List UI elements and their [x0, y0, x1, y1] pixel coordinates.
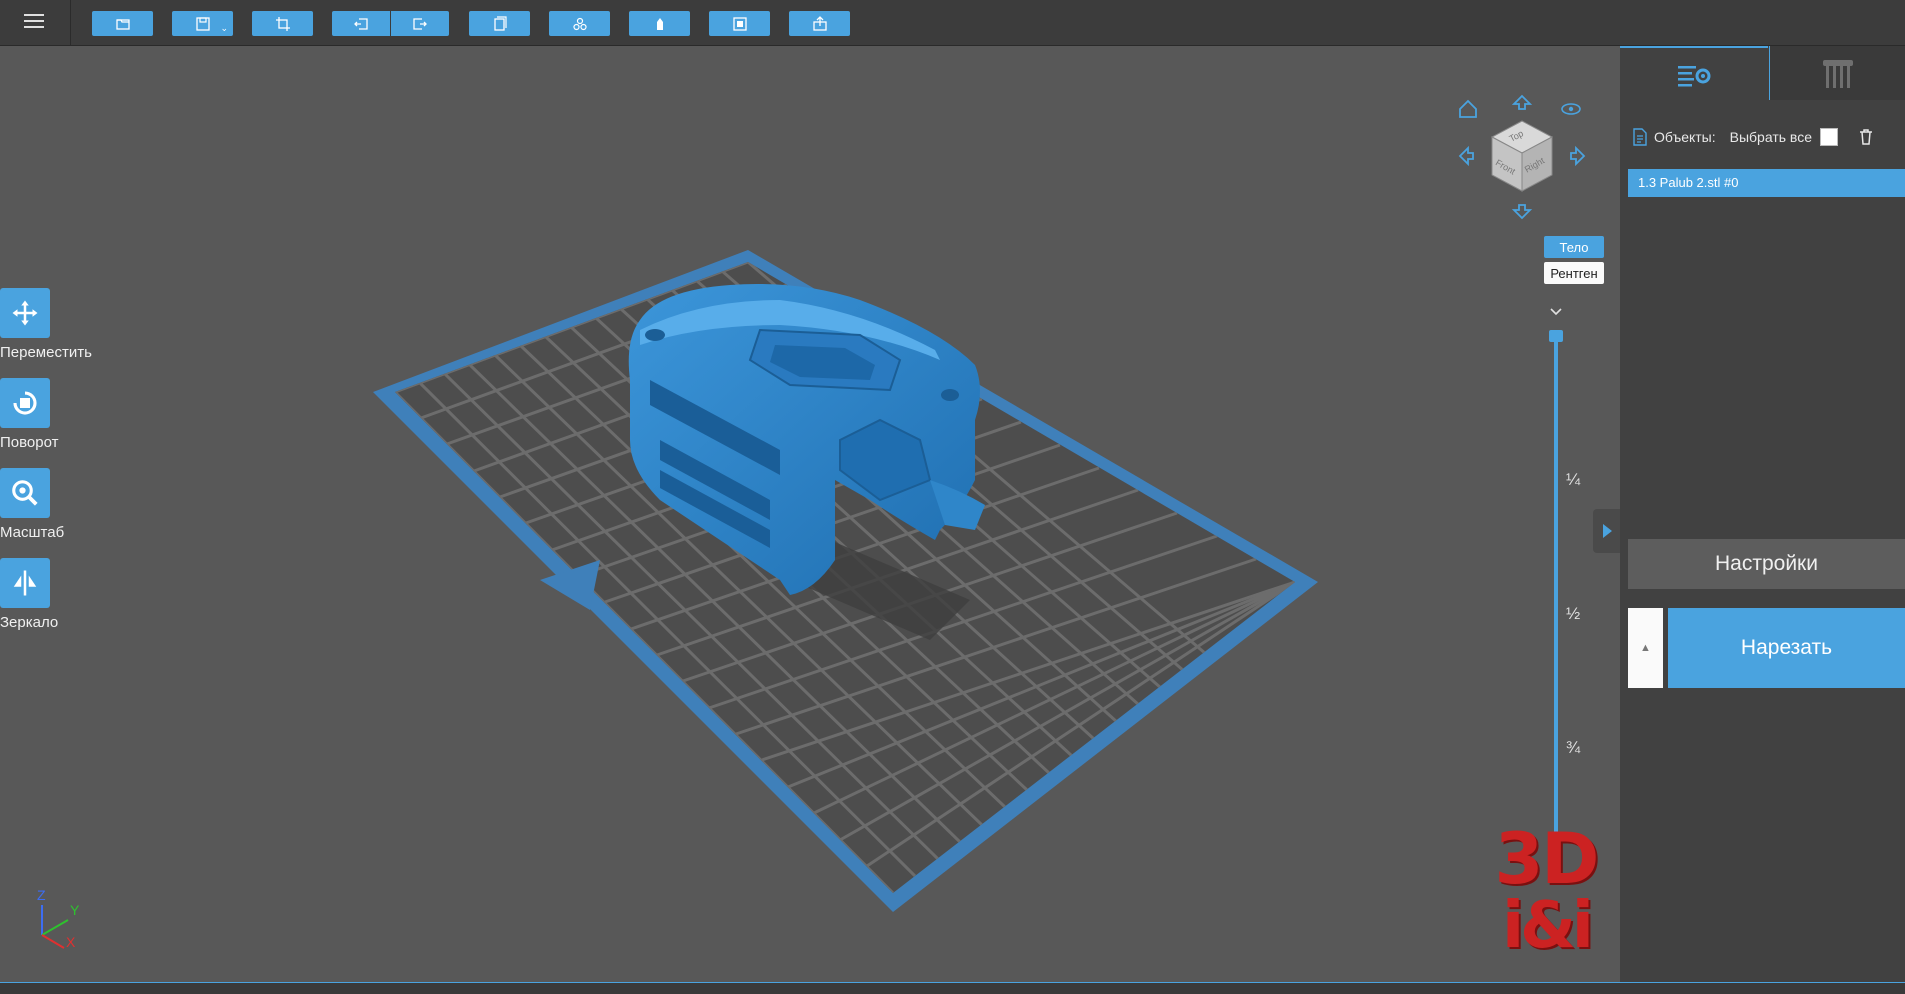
- layer-label-half: ½: [1566, 604, 1581, 623]
- undo-button[interactable]: [332, 11, 390, 36]
- home-icon: [1459, 99, 1477, 118]
- toolbar-divider: [70, 0, 71, 45]
- undo-icon: [354, 17, 368, 30]
- chevron-down-icon[interactable]: ⌄: [220, 23, 228, 34]
- move-label: Переместить: [0, 344, 92, 361]
- redo-icon: [413, 17, 427, 30]
- arrange-button[interactable]: [549, 11, 610, 36]
- axis-x-label: X: [66, 934, 76, 950]
- copy-icon: [493, 15, 507, 31]
- chevron-right-icon: [1602, 524, 1612, 538]
- scale-label: Масштаб: [0, 524, 65, 541]
- redo-button[interactable]: [391, 11, 449, 36]
- rotate-label: Поворот: [0, 434, 59, 451]
- move-icon: [0, 288, 50, 338]
- axis-z-label: Z: [37, 887, 46, 903]
- list-settings-icon: [1678, 66, 1711, 87]
- objects-label: Объекты:: [1654, 129, 1716, 145]
- rotate-icon: [0, 378, 50, 428]
- export-button[interactable]: [789, 11, 850, 36]
- panel-collapse-button[interactable]: [1593, 509, 1620, 553]
- open-file-icon: [115, 18, 130, 30]
- objects-header: Объекты: Выбрать все: [1628, 126, 1905, 148]
- tab-supports[interactable]: [1769, 46, 1905, 100]
- trash-icon[interactable]: [1858, 128, 1874, 146]
- axis-gizmo: [41, 905, 69, 949]
- scale-icon: [0, 468, 50, 518]
- layer-slider-track: [1554, 336, 1558, 881]
- mirror-label: Зеркало: [0, 614, 59, 631]
- support-icon: [656, 17, 663, 30]
- layer-slider-handle: [1549, 330, 1563, 342]
- arrow-left-icon: [1458, 145, 1474, 167]
- arrow-down-icon: [1511, 204, 1533, 220]
- axis-y-label: Y: [70, 902, 80, 918]
- select-all-checkbox[interactable]: [1820, 128, 1838, 146]
- status-bar: [0, 982, 1905, 994]
- view-icon: [732, 16, 747, 31]
- tab-object-settings[interactable]: [1620, 46, 1768, 102]
- settings-button[interactable]: Настройки: [1628, 539, 1905, 589]
- view-cube[interactable]: [1457, 91, 1587, 221]
- chevron-down-icon: [1550, 308, 1562, 316]
- copy-button[interactable]: [469, 11, 530, 36]
- logo-line1: 3D: [1494, 818, 1600, 900]
- object-list-item[interactable]: 1.3 Palub 2.stl #0: [1628, 169, 1905, 197]
- slice-button[interactable]: Нарезать: [1668, 608, 1905, 688]
- hamburger-menu-icon[interactable]: [18, 10, 50, 34]
- select-all-label: Выбрать все: [1729, 129, 1812, 145]
- save-button[interactable]: ⌄: [172, 11, 233, 36]
- save-icon: [195, 16, 210, 31]
- slice-options-expand[interactable]: ▲: [1628, 608, 1663, 688]
- top-toolbar: ⌄: [0, 0, 1905, 46]
- arrange-icon: [572, 17, 587, 30]
- arrow-up-icon: [1511, 94, 1533, 110]
- scale-tool[interactable]: Масштаб: [0, 468, 100, 541]
- render-mode-xray[interactable]: Рентген: [1544, 262, 1604, 284]
- 3d-viewport[interactable]: Z Y X Переместить Поворот Масштаб Зеркал…: [0, 46, 1620, 982]
- rotate-tool[interactable]: Поворот: [0, 378, 100, 451]
- support-button[interactable]: [629, 11, 690, 36]
- view-button[interactable]: [709, 11, 770, 36]
- logo: 3D i&i: [1486, 824, 1606, 958]
- layer-slider[interactable]: [1546, 306, 1566, 886]
- arrow-right-icon: [1570, 145, 1586, 167]
- crop-button[interactable]: [252, 11, 313, 36]
- mirror-tool[interactable]: Зеркало: [0, 558, 100, 631]
- document-icon: [1633, 128, 1647, 146]
- layer-label-quarter: ¼: [1566, 470, 1581, 489]
- layer-label-three-quarters: ¾: [1566, 738, 1581, 757]
- render-mode-body[interactable]: Тело: [1544, 236, 1604, 258]
- scene-svg: [41, 250, 1318, 949]
- move-tool[interactable]: Переместить: [0, 288, 100, 361]
- logo-line2: i&i: [1502, 889, 1594, 963]
- crop-icon: [275, 16, 290, 31]
- export-icon: [812, 15, 827, 31]
- open-file-button[interactable]: [92, 11, 153, 36]
- supports-icon: [1823, 60, 1853, 88]
- right-panel: Объекты: Выбрать все 1.3 Palub 2.stl #0 …: [1620, 46, 1905, 982]
- mirror-icon: [0, 558, 50, 608]
